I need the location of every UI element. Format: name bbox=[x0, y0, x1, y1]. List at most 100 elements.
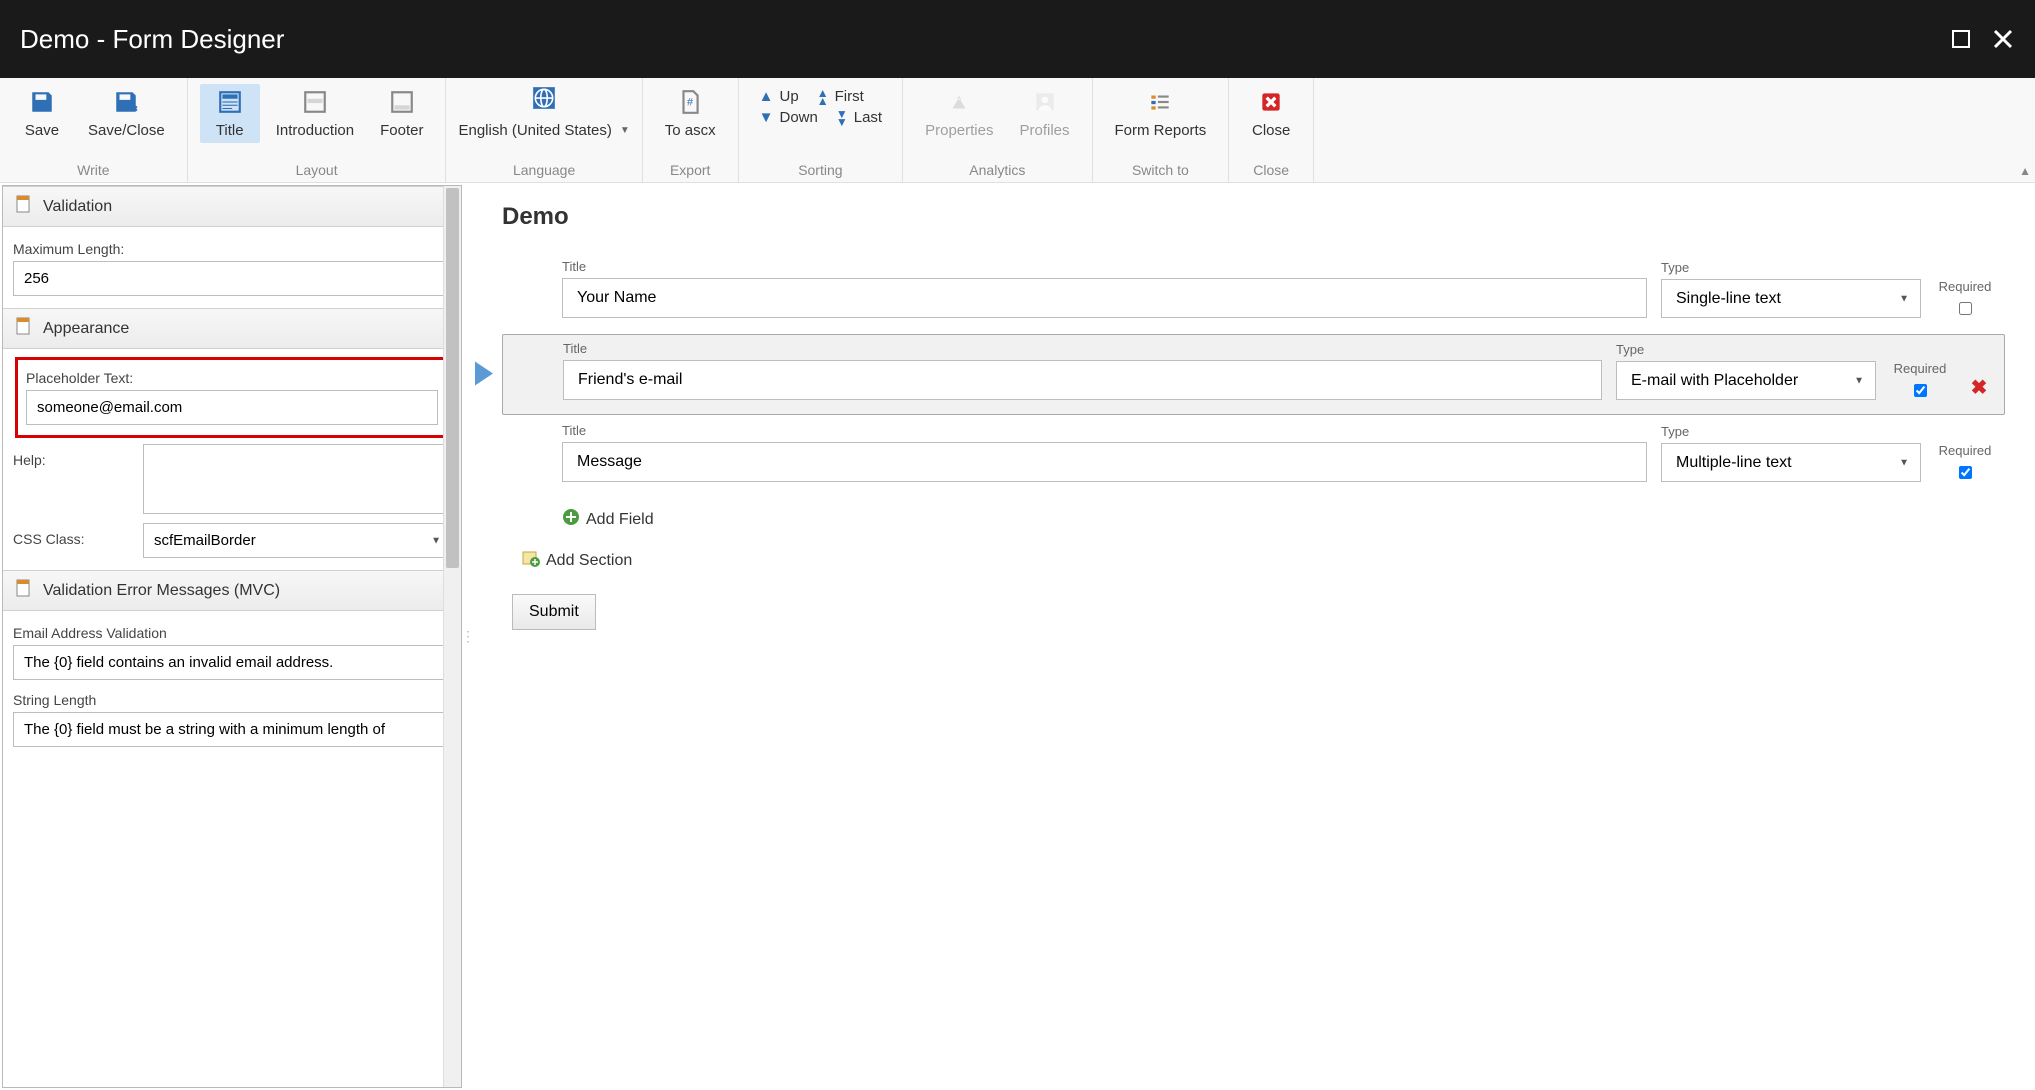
ribbon-group-sorting: ▲ Up ▲▲ First ▼ Down ▼▼ Last bbox=[739, 78, 903, 182]
document-icon bbox=[15, 579, 33, 602]
maximize-button[interactable] bbox=[1949, 27, 1973, 51]
field-title-input[interactable] bbox=[562, 442, 1647, 482]
ribbon-caption-layout: Layout bbox=[296, 162, 338, 178]
ribbon-caption-analytics: Analytics bbox=[969, 162, 1025, 178]
section-appearance-header[interactable]: Appearance bbox=[3, 308, 461, 349]
ribbon-caption-language: Language bbox=[513, 162, 575, 178]
field-required-checkbox[interactable] bbox=[1959, 302, 1972, 315]
ribbon-group-analytics: Properties Profiles Analytics bbox=[903, 78, 1092, 182]
chevron-down-icon: ▼ bbox=[759, 109, 774, 126]
sidepanel-scrollbar[interactable] bbox=[443, 186, 461, 1087]
document-icon bbox=[15, 195, 33, 218]
caret-down-icon: ▼ bbox=[620, 125, 630, 136]
ribbon-group-layout: Title Introduction Footer Layout bbox=[188, 78, 447, 182]
introduction-icon bbox=[302, 88, 328, 116]
field-type-select[interactable]: E-mail with Placeholder bbox=[1616, 361, 1876, 400]
panel-splitter[interactable]: ⋮ bbox=[464, 183, 472, 1090]
form-reports-icon bbox=[1147, 88, 1173, 116]
profiles-button: Profiles bbox=[1009, 84, 1079, 143]
email-validation-input[interactable] bbox=[13, 645, 451, 680]
profiles-label: Profiles bbox=[1019, 122, 1069, 139]
form-field-row[interactable]: TitleTypeMultiple-line textRequired bbox=[502, 417, 2005, 496]
ribbon-caption-write: Write bbox=[77, 162, 109, 178]
sort-first-label: First bbox=[835, 88, 864, 105]
save-close-button[interactable]: Save/Close bbox=[78, 84, 175, 143]
field-type-label: Type bbox=[1661, 260, 1921, 275]
field-required-label: Required bbox=[1890, 361, 1950, 376]
section-errors-title: Validation Error Messages (MVC) bbox=[43, 582, 280, 600]
save-button[interactable]: Save bbox=[12, 84, 72, 143]
field-title-input[interactable] bbox=[563, 360, 1602, 400]
section-validation-header[interactable]: Validation bbox=[3, 186, 461, 227]
double-chevron-down-icon: ▼▼ bbox=[836, 110, 848, 126]
introduction-label: Introduction bbox=[276, 122, 354, 139]
workspace: Validation Maximum Length: Appearance Pl… bbox=[0, 183, 2035, 1090]
language-dropdown[interactable]: English (United States) ▼ bbox=[458, 118, 629, 139]
ribbon-caption-sorting: Sorting bbox=[798, 162, 842, 178]
field-required-label: Required bbox=[1935, 443, 1995, 458]
email-validation-label: Email Address Validation bbox=[13, 625, 451, 641]
close-window-button[interactable] bbox=[1991, 27, 2015, 51]
placeholder-text-input[interactable] bbox=[26, 390, 438, 425]
max-length-input[interactable] bbox=[13, 261, 451, 296]
sort-up-button[interactable]: ▲ Up bbox=[759, 88, 799, 105]
close-button[interactable]: Close bbox=[1241, 84, 1301, 143]
form-reports-label: Form Reports bbox=[1115, 122, 1207, 139]
form-reports-button[interactable]: Form Reports bbox=[1105, 84, 1217, 143]
field-title-input[interactable] bbox=[562, 278, 1647, 318]
placeholder-highlight: Placeholder Text: bbox=[15, 357, 449, 438]
section-errors-header[interactable]: Validation Error Messages (MVC) bbox=[3, 570, 461, 611]
field-required-checkbox[interactable] bbox=[1959, 466, 1972, 479]
title-button[interactable]: Title bbox=[200, 84, 260, 143]
save-close-label: Save/Close bbox=[88, 122, 165, 139]
save-close-icon bbox=[113, 88, 139, 116]
field-type-select[interactable]: Single-line text bbox=[1661, 279, 1921, 318]
sort-last-label: Last bbox=[854, 109, 882, 126]
section-validation-title: Validation bbox=[43, 198, 112, 216]
add-section-button[interactable]: Add Section bbox=[522, 545, 2005, 576]
sort-last-button[interactable]: ▼▼ Last bbox=[836, 109, 882, 126]
footer-label: Footer bbox=[380, 122, 423, 139]
title-icon bbox=[217, 88, 243, 116]
footer-button[interactable]: Footer bbox=[370, 84, 433, 143]
chevron-up-icon: ▲ bbox=[759, 88, 774, 105]
form-field-row[interactable]: Title Type Single-line text Required bbox=[502, 253, 2005, 332]
sort-first-button[interactable]: ▲▲ First bbox=[817, 88, 864, 105]
section-appearance-body: Placeholder Text: Help: CSS Class: scfEm… bbox=[3, 349, 461, 570]
add-field-label: Add Field bbox=[586, 511, 654, 529]
close-icon bbox=[1258, 88, 1284, 116]
sort-down-button[interactable]: ▼ Down bbox=[759, 109, 818, 126]
introduction-button[interactable]: Introduction bbox=[266, 84, 364, 143]
section-validation-body: Maximum Length: bbox=[3, 227, 461, 308]
ribbon-caption-export: Export bbox=[670, 162, 710, 178]
scrollbar-thumb[interactable] bbox=[446, 188, 459, 568]
add-section-label: Add Section bbox=[546, 552, 632, 570]
svg-text:#: # bbox=[687, 96, 693, 108]
save-icon bbox=[29, 88, 55, 116]
form-field-row[interactable]: TitleTypeE-mail with PlaceholderRequired… bbox=[502, 334, 2005, 415]
document-icon bbox=[15, 317, 33, 340]
submit-button[interactable]: Submit bbox=[512, 594, 596, 630]
field-title-label: Title bbox=[562, 259, 1647, 274]
properties-label: Properties bbox=[925, 122, 993, 139]
delete-row-icon[interactable]: ✖ bbox=[1971, 375, 1988, 400]
titlebar: Demo - Form Designer bbox=[0, 0, 2035, 78]
field-type-select[interactable]: Multiple-line text bbox=[1661, 443, 1921, 482]
field-title-label: Title bbox=[563, 341, 1602, 356]
double-chevron-up-icon: ▲▲ bbox=[817, 89, 829, 105]
string-length-input[interactable] bbox=[13, 712, 451, 747]
ribbon-caption-switch: Switch to bbox=[1132, 162, 1189, 178]
ribbon-group-export: # To ascx Export bbox=[643, 78, 739, 182]
css-class-select[interactable]: scfEmailBorder bbox=[143, 523, 451, 558]
field-required-label: Required bbox=[1935, 279, 1995, 294]
ribbon-group-close: Close Close bbox=[1229, 78, 1314, 182]
to-ascx-button[interactable]: # To ascx bbox=[655, 84, 726, 143]
ribbon-expand-toggle[interactable]: ▲ bbox=[2019, 164, 2031, 178]
title-label: Title bbox=[216, 122, 244, 139]
window-controls bbox=[1949, 27, 2015, 51]
add-field-button[interactable]: Add Field bbox=[562, 504, 2005, 535]
field-required-checkbox[interactable] bbox=[1914, 384, 1927, 397]
help-input[interactable] bbox=[143, 444, 451, 514]
ribbon-group-switch: Form Reports Switch to bbox=[1093, 78, 1230, 182]
ribbon-group-write: Save Save/Close Write bbox=[0, 78, 188, 182]
